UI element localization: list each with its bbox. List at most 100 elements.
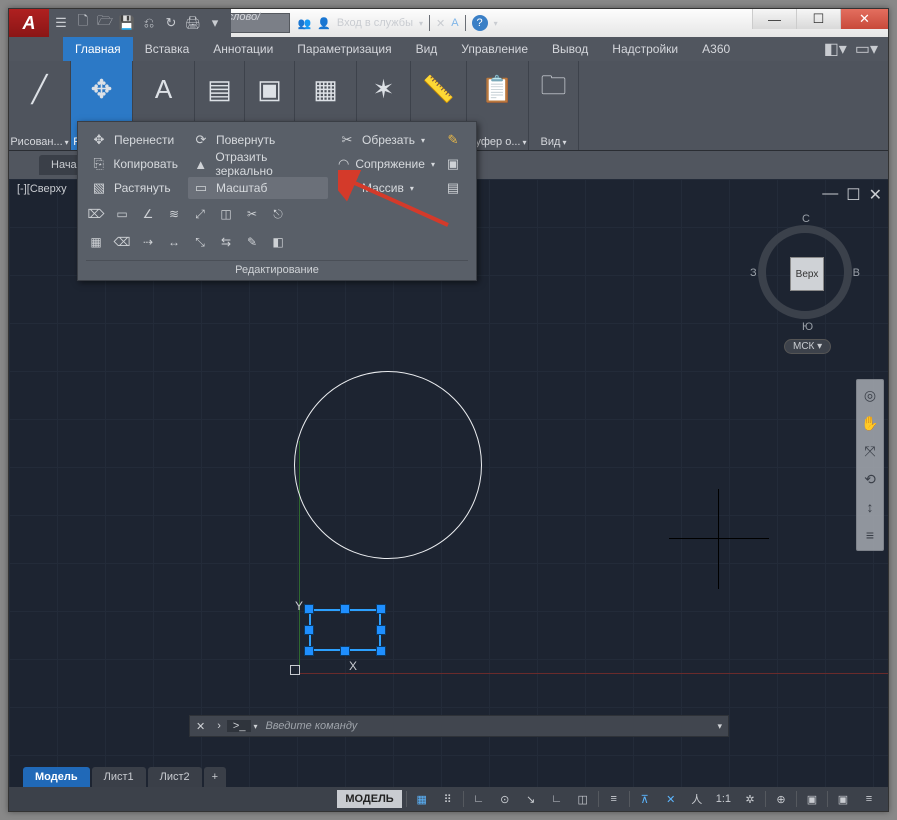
tab-manage[interactable]: Управление: [449, 37, 540, 61]
copy-command[interactable]: ⎘ Копировать: [86, 153, 182, 175]
autodesk-a-icon[interactable]: A: [451, 17, 458, 29]
panel-view[interactable]: 🗀 Вид▾: [529, 61, 579, 150]
offset-command[interactable]: ▤: [440, 177, 466, 199]
ucs-selector[interactable]: МСК ▾: [784, 339, 831, 354]
grip-ml[interactable]: [304, 625, 314, 635]
tab-output[interactable]: Вывод: [540, 37, 600, 61]
mi-12[interactable]: ⤡: [190, 232, 210, 252]
viewport-maximize-icon[interactable]: ☐: [846, 185, 860, 205]
mi-13[interactable]: ⇆: [216, 232, 236, 252]
viewcube-face-top[interactable]: Верх: [790, 257, 824, 291]
tab-insert[interactable]: Вставка: [133, 37, 202, 61]
grip-bl[interactable]: [304, 646, 314, 656]
nav-menu-icon[interactable]: ≡: [859, 524, 881, 546]
tab-addins[interactable]: Надстройки: [600, 37, 690, 61]
sb-monitor-toggle[interactable]: ▣: [801, 789, 823, 809]
sb-annomonitor-toggle[interactable]: 人: [686, 789, 708, 809]
grip-mb[interactable]: [340, 646, 350, 656]
sb-workspace-toggle[interactable]: ✲: [739, 789, 761, 809]
viewcube-south[interactable]: Ю: [802, 321, 813, 333]
mi-10[interactable]: ⇢: [138, 232, 158, 252]
close-button[interactable]: ✕: [840, 9, 888, 29]
grip-tl[interactable]: [304, 604, 314, 614]
viewport-minimize-icon[interactable]: —: [822, 185, 838, 205]
viewcube-west[interactable]: З: [750, 267, 757, 279]
minimize-button[interactable]: —: [752, 9, 796, 29]
mi-11[interactable]: ↔: [164, 232, 184, 252]
maximize-button[interactable]: ☐: [796, 9, 840, 29]
viewport-close-icon[interactable]: ✕: [869, 185, 882, 205]
mi-4[interactable]: ⤢: [190, 204, 210, 224]
tab-parametric[interactable]: Параметризация: [285, 37, 403, 61]
tab-annotations[interactable]: Аннотации: [201, 37, 285, 61]
trim-command[interactable]: ✂ Обрезать ▾: [334, 129, 434, 151]
nav-showmotion-icon[interactable]: ↕: [859, 496, 881, 518]
mi-2[interactable]: ∠: [138, 204, 158, 224]
help-icon[interactable]: ?: [472, 15, 488, 31]
sb-osnap-toggle[interactable]: ◫: [572, 789, 594, 809]
grip-mr[interactable]: [376, 625, 386, 635]
tab-layout2[interactable]: Лист2: [148, 767, 202, 787]
sb-snap-toggle[interactable]: ⠿: [437, 789, 459, 809]
qat-undo-icon[interactable]: ⎌: [139, 13, 159, 33]
sb-lineweight-toggle[interactable]: ≡: [603, 789, 625, 809]
mi-0[interactable]: ⌦: [86, 204, 106, 224]
tab-model[interactable]: Модель: [23, 767, 90, 787]
scale-command[interactable]: ▭ Масштаб: [188, 177, 328, 199]
sb-ortho-toggle[interactable]: ∟: [468, 789, 490, 809]
sb-annovisibility-toggle[interactable]: ✕: [660, 789, 682, 809]
sb-ws-switch[interactable]: ⊕: [770, 789, 792, 809]
qat-print-icon[interactable]: 🖨: [183, 13, 203, 33]
cmdline-input[interactable]: Введите команду: [259, 720, 711, 732]
erase-command[interactable]: ✎: [440, 129, 466, 151]
sign-in-link[interactable]: Вход в службы: [337, 17, 413, 29]
sb-customize-button[interactable]: ≡: [858, 789, 880, 809]
mi-1[interactable]: ▭: [112, 204, 132, 224]
mi-5[interactable]: ◫: [216, 204, 236, 224]
qat-open-icon[interactable]: 🗁: [95, 13, 115, 33]
command-line[interactable]: ✕ › >_ ▾ Введите команду ▾: [189, 715, 729, 737]
nav-pan-icon[interactable]: ✋: [859, 412, 881, 434]
nav-zoom-icon[interactable]: ⤧: [859, 440, 881, 462]
sb-modelspace[interactable]: МОДЕЛЬ: [337, 790, 401, 808]
grip-mt[interactable]: [340, 604, 350, 614]
move-command[interactable]: ✥ Перенести: [86, 129, 182, 151]
sb-isodraft-toggle[interactable]: ↘: [520, 789, 542, 809]
stretch-command[interactable]: ▧ Растянуть: [86, 177, 182, 199]
tab-home[interactable]: Главная: [63, 37, 133, 61]
mi-7[interactable]: ⎋: [268, 204, 288, 224]
mi-8[interactable]: ▦: [86, 232, 106, 252]
ribbon-minimize-icon[interactable]: ▭▾: [855, 39, 878, 59]
grip-tr[interactable]: [376, 604, 386, 614]
tab-layout1[interactable]: Лист1: [92, 767, 146, 787]
qat-dropdown-icon[interactable]: ▾: [205, 13, 225, 33]
panel-draw[interactable]: ╱ Рисован...▾: [9, 61, 71, 150]
view-cube[interactable]: Верх С Ю З В МСК ▾: [750, 209, 860, 339]
qat-new-icon[interactable]: 🗋: [73, 13, 93, 33]
cmdline-close-icon[interactable]: ✕: [190, 720, 211, 733]
fillet-command[interactable]: ◠ Сопряжение ▾: [334, 153, 434, 175]
qat-redo-icon[interactable]: ↻: [161, 13, 181, 33]
cmdline-expand-icon[interactable]: ▾: [711, 721, 728, 732]
sb-polar-toggle[interactable]: ⊙: [494, 789, 516, 809]
sb-cleanscreen-toggle[interactable]: ▣: [832, 789, 854, 809]
exchange-icon[interactable]: ✕: [436, 17, 445, 30]
grip-br[interactable]: [376, 646, 386, 656]
mi-14[interactable]: ✎: [242, 232, 262, 252]
cmdline-history-icon[interactable]: ›: [211, 720, 227, 732]
tab-add[interactable]: +: [204, 767, 226, 787]
circle-object[interactable]: [294, 371, 482, 559]
selected-rectangle[interactable]: [309, 609, 381, 651]
viewcube-east[interactable]: В: [853, 267, 860, 279]
qat-save-icon[interactable]: 💾: [117, 13, 137, 33]
sb-grid-toggle[interactable]: ▦: [411, 789, 433, 809]
mi-6[interactable]: ✂: [242, 204, 262, 224]
tab-a360[interactable]: A360: [690, 37, 742, 61]
qat-menu-icon[interactable]: ☰: [51, 13, 71, 33]
tab-chooser-icon[interactable]: ◧▾: [824, 39, 847, 59]
view-label[interactable]: [-][Сверху: [17, 183, 67, 195]
nav-orbit-icon[interactable]: ⟲: [859, 468, 881, 490]
mirror-command[interactable]: ▲ Отразить зеркально: [188, 148, 328, 180]
sb-scale-selector[interactable]: 1:1: [712, 789, 735, 809]
mi-9[interactable]: ⌫: [112, 232, 132, 252]
